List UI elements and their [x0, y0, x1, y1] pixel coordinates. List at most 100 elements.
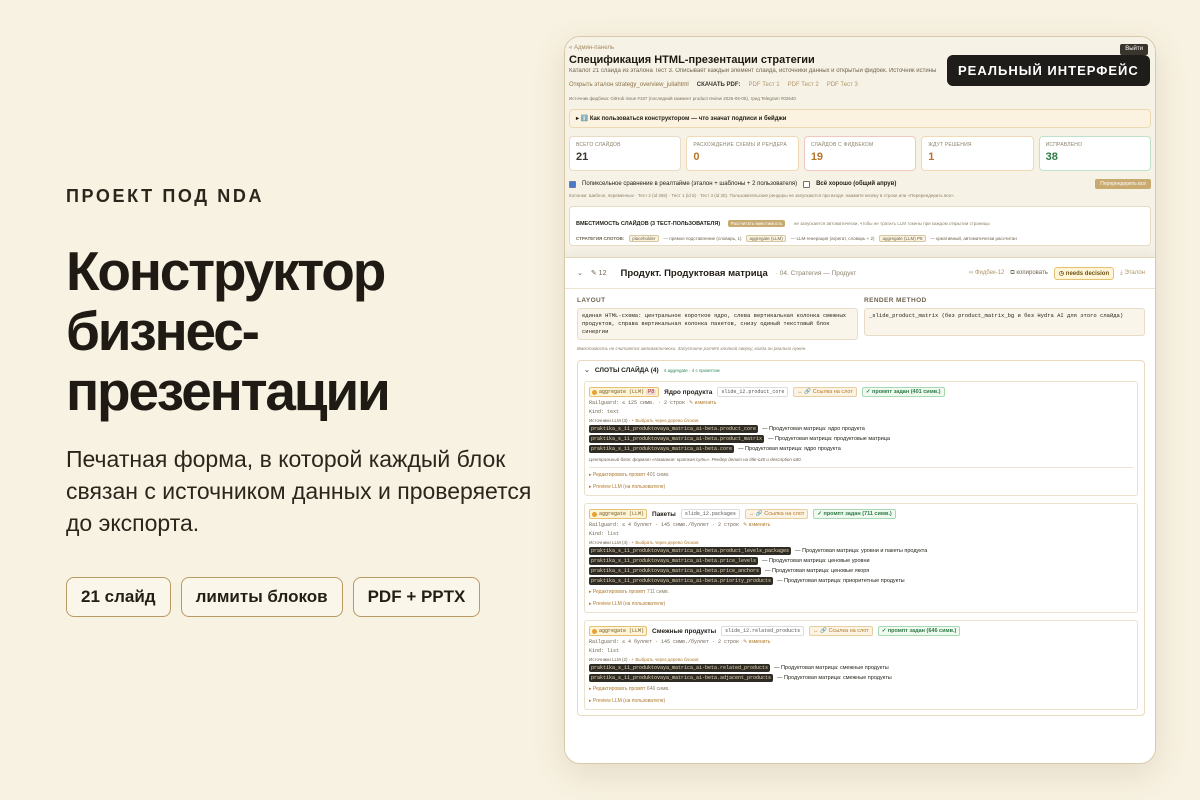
status-badge[interactable]: ◷ needs decision: [1053, 266, 1115, 280]
layout-label: LAYOUT: [577, 297, 606, 304]
stat-label: СЛАЙДОВ С ФИДБЕКОМ: [810, 142, 874, 148]
howto-disclosure[interactable]: ▸ ℹ️ Как пользоваться конструктором — чт…: [569, 109, 1151, 128]
slots-header[interactable]: ⌄ СЛОТЫ СЛАЙДА (4) 4 aggregate · 4 с про…: [584, 366, 1138, 375]
aggregate-badge: aggregate (LLM): [589, 509, 648, 519]
slots-count: 4 aggregate · 4 с промптом: [663, 367, 720, 373]
copy-link[interactable]: ⧉ копировать: [1010, 270, 1047, 277]
feedback-link[interactable]: ∞ Фидбек-12: [969, 270, 1004, 276]
edit-prompt-link[interactable]: ▸ Редактировать промпт: [589, 686, 646, 692]
edit-prompt-link[interactable]: ▸ Редактировать промпт: [589, 472, 646, 478]
preview-llm-link[interactable]: ▸ Preview LLM (на пользователе): [589, 601, 1133, 607]
preview-llm-link[interactable]: ▸ Preview LLM (на пользователе): [589, 484, 1133, 490]
chevron-down-icon[interactable]: ⌄: [577, 269, 583, 277]
all-good-checkbox[interactable]: [803, 180, 811, 188]
source-row: praktika_s_11_produktovaya_matrica_ai-be…: [589, 435, 1133, 443]
edit-railguard-link[interactable]: ✎ изменить: [743, 522, 770, 528]
slot-hint: Центральный блок: формат «Название: крат…: [589, 457, 802, 462]
chevron-down-icon[interactable]: ⌄: [584, 366, 590, 374]
source-code[interactable]: praktika_s_11_produktovaya_matrica_ai-be…: [589, 577, 774, 585]
render-column: RENDER METHOD _slide_product_matrix (без…: [864, 297, 1145, 340]
hero-title-line: Конструктор: [66, 240, 386, 302]
source-code[interactable]: praktika_s_11_produktovaya_matrica_ai-be…: [589, 567, 762, 575]
source-code[interactable]: praktika_s_11_produktovaya_matrica_ai-be…: [589, 547, 792, 555]
app-screenshot-frame: Выйти РЕАЛЬНЫЙ ИНТЕРФЕЙС « Админ-панель …: [564, 36, 1156, 764]
legend-tag: aggregate (LLM) P8: [879, 235, 926, 242]
slot-link-button[interactable]: ↔ 🔗 Ссылка на слот: [744, 509, 809, 519]
prompt-status-badge: ✓ промпт задан (401 симв.): [861, 387, 945, 397]
source-code[interactable]: praktika_s_11_produktovaya_matrica_ai-be…: [589, 435, 765, 443]
open-reference-link[interactable]: Открыть эталон strategy_overview_juliaht…: [569, 82, 689, 88]
stat-value: 38: [1045, 151, 1058, 163]
railguard: Railguard: ≤ 4 буллет · 145 симв./буллет…: [589, 522, 740, 528]
hero-subtitle: Печатная форма, в которой каждый блок св…: [66, 446, 532, 536]
status-dot-icon: [592, 628, 597, 634]
railguard: Railguard: ≤ 125 симв. · 2 строк: [589, 400, 686, 406]
hero-title-line: презентации: [66, 360, 391, 422]
edit-prompt-link[interactable]: ▸ Редактировать промпт: [589, 589, 646, 595]
source-row: praktika_s_11_produktovaya_matrica_ai-be…: [589, 425, 1133, 433]
slot-id: slide_12.product_core: [717, 387, 789, 397]
pick-source-link[interactable]: + Выбрать через дерево блоков: [631, 540, 698, 545]
slide-section: · 04. Стратегия — Продукт: [775, 269, 857, 277]
source-row: praktika_s_11_produktovaya_matrica_ai-be…: [589, 557, 1133, 565]
chip-export: PDF + PPTX: [352, 577, 481, 617]
reference-link[interactable]: ⤓ Эталон: [1120, 270, 1145, 277]
stat-label: ЖДУТ РЕШЕНИЯ: [928, 142, 972, 148]
pdf-link-3[interactable]: PDF Тест 3: [827, 82, 858, 88]
source-desc: — Продуктовая матрица: ядро продукта: [738, 446, 841, 452]
pick-source-link[interactable]: + Выбрать через дерево блоков: [631, 657, 698, 662]
capacity-title: ВМЕСТИМОСТЬ СЛАЙДОВ (3 ТЕСТ-ПОЛЬЗОВАТЕЛЯ…: [576, 221, 721, 227]
aggregate-label: aggregate (LLM): [599, 628, 645, 634]
slide-panel: ⌄ ✎ 12 Продукт. Продуктовая матрица · 04…: [565, 257, 1155, 763]
priority-badge: P8: [646, 389, 657, 395]
breadcrumb[interactable]: « Админ-панель: [569, 45, 1151, 51]
source-row: praktika_s_11_produktovaya_matrica_ai-be…: [589, 577, 1133, 585]
slot-link-button[interactable]: ↔ 🔗 Ссылка на слот: [809, 626, 873, 636]
columns-note: Колонки: Шаблон, переменных · Тест 2 (id…: [569, 193, 955, 198]
stat-value: 19: [810, 151, 824, 163]
source-row: praktika_s_11_produktovaya_matrica_ai-be…: [589, 567, 1133, 575]
logout-button[interactable]: Выйти: [1120, 44, 1148, 55]
compare-label: Попиксельное сравнение в реалтайме (этал…: [582, 181, 798, 187]
stat-label: ИСПРАВЛЕНО: [1045, 142, 1083, 148]
pdf-link-1[interactable]: PDF Тест 1: [749, 82, 780, 88]
source-desc: — Продуктовая матрица: приоритетные прод…: [777, 578, 905, 584]
slot-strategy-legend: СТРАТЕГИЯ СЛОТОВ: placeholder — прямое п…: [576, 235, 1144, 242]
rerender-all-button[interactable]: Перерендерить все: [1095, 179, 1151, 189]
legend-desc: — LLM-генерация (агрегат, словарь + 2): [790, 236, 875, 241]
aggregate-badge: aggregate (LLM) P8: [589, 387, 660, 397]
slide-header[interactable]: ⌄ ✎ 12 Продукт. Продуктовая матрица · 04…: [565, 258, 1155, 289]
capacity-hint: Вместимость не считается автоматически. …: [577, 346, 807, 351]
stats-row: ВСЕГО СЛАЙДОВ 21 РАСХОЖДЕНИЕ СХЕМЫ И РЕН…: [569, 136, 1152, 171]
source-code[interactable]: praktika_s_11_produktovaya_matrica_ai-be…: [589, 425, 759, 433]
pdf-link-2[interactable]: PDF Тест 2: [788, 82, 819, 88]
legend-desc: — креативный, автоматически рассчитан: [930, 236, 1017, 241]
stat-card: ИСПРАВЛЕНО 38: [1038, 136, 1152, 171]
prompt-count: 646 симв.: [646, 686, 670, 692]
status-dot-icon: [592, 389, 597, 395]
source-code[interactable]: praktika_s_11_produktovaya_matrica_ai-be…: [589, 557, 759, 565]
slot-kind: Kind: list: [589, 648, 620, 654]
legend-tag: aggregate (LLM): [746, 235, 786, 242]
edit-railguard-link[interactable]: ✎ изменить: [743, 639, 770, 645]
source-code[interactable]: praktika_s_11_produktovaya_matrica_ai-be…: [589, 445, 735, 453]
capacity-box: ВМЕСТИМОСТЬ СЛАЙДОВ (3 ТЕСТ-ПОЛЬЗОВАТЕЛЯ…: [569, 206, 1151, 246]
chip-slides: 21 слайд: [66, 577, 171, 617]
source-desc: — Продуктовая матрица: смежные продукты: [774, 665, 889, 671]
slot-id: slide_12.related_products: [721, 626, 805, 636]
divider: [589, 467, 1133, 468]
preview-llm-link[interactable]: ▸ Preview LLM (на пользователе): [589, 698, 1133, 704]
source-row: praktika_s_11_produktovaya_matrica_ai-be…: [589, 547, 1133, 555]
source-code[interactable]: praktika_s_11_produktovaya_matrica_ai-be…: [589, 674, 774, 682]
source-code[interactable]: praktika_s_11_produktovaya_matrica_ai-be…: [589, 664, 771, 672]
slot-strategy-label: СТРАТЕГИЯ СЛОТОВ:: [576, 236, 625, 241]
compare-checkbox[interactable]: [569, 180, 576, 188]
aggregate-label: aggregate (LLM): [599, 511, 645, 517]
hero-title: Конструктор бизнес- презентации: [66, 241, 536, 421]
calc-capacity-button[interactable]: Рассчитать вместимость: [727, 220, 786, 227]
slot-link-button[interactable]: ↔ 🔗 Ссылка на слот: [793, 387, 857, 397]
edit-railguard-link[interactable]: ✎ изменить: [689, 400, 716, 406]
all-good-label: Всё хорошо (общий апрув): [816, 181, 897, 187]
prompt-count: 401 симв.: [646, 472, 670, 478]
pick-source-link[interactable]: + Выбрать через дерево блоков: [631, 418, 698, 423]
